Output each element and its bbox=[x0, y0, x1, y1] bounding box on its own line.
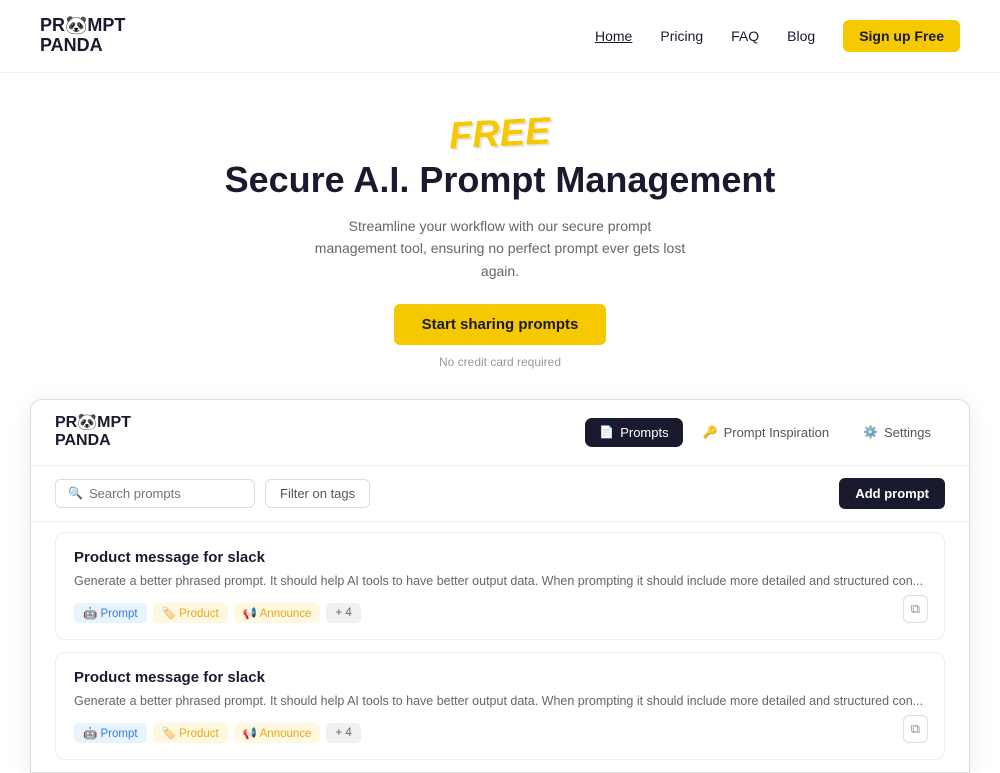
card-title-1: Product message for slack bbox=[74, 549, 926, 566]
mockup-tabs: 📄 Prompts 🔑 Prompt Inspiration ⚙️ Settin… bbox=[585, 418, 945, 447]
card-title-2: Product message for slack bbox=[74, 669, 926, 686]
nav-home[interactable]: Home bbox=[595, 28, 632, 44]
tag-prompt-1: 🤖 Prompt bbox=[74, 603, 147, 623]
signup-button[interactable]: Sign up Free bbox=[843, 20, 960, 52]
tag-product-1: 🏷️ Product bbox=[153, 603, 228, 623]
copy-button-2[interactable]: ⧉ bbox=[903, 715, 928, 743]
add-prompt-button[interactable]: Add prompt bbox=[839, 478, 945, 509]
card-tags-1: 🤖 Prompt 🏷️ Product 📢 Announce + 4 bbox=[74, 603, 926, 623]
tab-prompts[interactable]: 📄 Prompts bbox=[585, 418, 682, 447]
tag-announce-1: 📢 Announce bbox=[234, 603, 321, 623]
search-wrap: 🔍 bbox=[55, 479, 255, 508]
mockup-toolbar: 🔍 Filter on tags Add prompt bbox=[31, 466, 969, 522]
tab-settings-label: Settings bbox=[884, 425, 931, 440]
nav-pricing[interactable]: Pricing bbox=[660, 28, 703, 44]
tag-more-1: + 4 bbox=[326, 603, 360, 623]
logo-line1: PR🐼MPT bbox=[40, 16, 125, 36]
tab-settings[interactable]: ⚙️ Settings bbox=[849, 418, 945, 447]
search-icon: 🔍 bbox=[68, 486, 83, 500]
hero-subtitle: Streamline your workflow with our secure… bbox=[310, 215, 690, 282]
tab-prompt-inspiration[interactable]: 🔑 Prompt Inspiration bbox=[689, 418, 843, 447]
card-desc-2: Generate a better phrased prompt. It sho… bbox=[74, 692, 926, 711]
cards-area: Product message for slack Generate a bet… bbox=[31, 522, 969, 761]
copy-button-1[interactable]: ⧉ bbox=[903, 595, 928, 623]
free-badge: FREE bbox=[448, 110, 551, 158]
tab-inspiration-label: Prompt Inspiration bbox=[724, 425, 830, 440]
nav-links: Home Pricing FAQ Blog Sign up Free bbox=[595, 20, 960, 52]
hero-title: Secure A.I. Prompt Management bbox=[20, 158, 980, 201]
app-mockup: PR🐼MPT PANDA 📄 Prompts 🔑 Prompt Inspirat… bbox=[30, 399, 970, 773]
filter-tags-button[interactable]: Filter on tags bbox=[265, 479, 370, 508]
navbar: PR🐼MPT PANDA Home Pricing FAQ Blog Sign … bbox=[0, 0, 1000, 73]
prompts-icon: 📄 bbox=[599, 425, 614, 439]
settings-icon: ⚙️ bbox=[863, 425, 878, 439]
start-sharing-button[interactable]: Start sharing prompts bbox=[394, 304, 607, 345]
search-input[interactable] bbox=[89, 486, 242, 501]
tab-prompts-label: Prompts bbox=[620, 425, 668, 440]
prompt-card-2: Product message for slack Generate a bet… bbox=[55, 652, 945, 760]
hero-section: FREE Secure A.I. Prompt Management Strea… bbox=[0, 73, 1000, 399]
tag-product-2: 🏷️ Product bbox=[153, 723, 228, 743]
tag-prompt-2: 🤖 Prompt bbox=[74, 723, 147, 743]
mockup-logo: PR🐼MPT PANDA bbox=[55, 414, 131, 451]
tag-more-2: + 4 bbox=[326, 723, 360, 743]
logo-line2: PANDA bbox=[40, 36, 125, 56]
tag-announce-2: 📢 Announce bbox=[234, 723, 321, 743]
prompt-card-1: Product message for slack Generate a bet… bbox=[55, 532, 945, 640]
inspiration-icon: 🔑 bbox=[703, 425, 718, 439]
card-tags-2: 🤖 Prompt 🏷️ Product 📢 Announce + 4 bbox=[74, 723, 926, 743]
mockup-header: PR🐼MPT PANDA 📄 Prompts 🔑 Prompt Inspirat… bbox=[31, 400, 969, 466]
no-credit-card-notice: No credit card required bbox=[20, 355, 980, 369]
logo: PR🐼MPT PANDA bbox=[40, 16, 125, 56]
card-desc-1: Generate a better phrased prompt. It sho… bbox=[74, 572, 926, 591]
nav-blog[interactable]: Blog bbox=[787, 28, 815, 44]
nav-faq[interactable]: FAQ bbox=[731, 28, 759, 44]
